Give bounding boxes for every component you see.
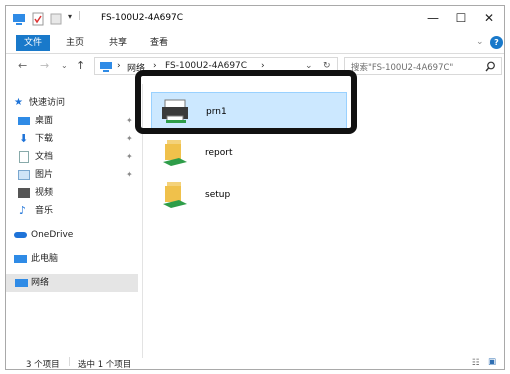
shared-folder-icon [163,140,187,166]
sidebar-item-label: 桌面 [35,116,54,126]
sidebar-item-pictures[interactable]: 图片 ✦ [18,166,138,184]
status-bar: 3 个项目 | 选中 1 个项目 ☷ ▣ [6,357,504,370]
sidebar-item-videos[interactable]: 视频 [18,184,138,202]
sidebar-item-network[interactable]: 网络 [6,274,138,292]
divider: | [78,11,82,21]
sidebar-item-music[interactable]: ♪ 音乐 [18,202,138,220]
large-icons-view-icon[interactable]: ▣ [488,357,496,367]
minimize-button[interactable]: — [418,6,448,32]
shared-folder-icon [163,182,187,208]
sidebar-item-label: 图片 [35,170,54,180]
video-icon [18,188,30,198]
item-label: setup [205,190,231,200]
back-arrow-icon[interactable]: ← [18,59,27,72]
details-view-icon[interactable]: ☷ [472,358,480,368]
sidebar-item-label: 下载 [35,134,54,144]
picture-icon [18,170,30,180]
document-icon [19,151,29,163]
sidebar-item-desktop[interactable]: 桌面 ✦ [18,112,138,130]
close-button[interactable]: ✕ [474,6,504,32]
sidebar-item-this-pc[interactable]: 此电脑 [14,250,138,268]
ribbon-expand-icon[interactable]: ⌄ [476,37,484,47]
title-bar: ▾ | FS-100U2-4A697C — ☐ ✕ [6,6,504,32]
sidebar-item-label: 快速访问 [29,98,66,108]
breadcrumb-separator: › [117,61,121,71]
forward-arrow-icon[interactable]: → [40,59,49,72]
item-count: 3 个项目 [26,360,60,370]
list-item-setup[interactable]: setup [151,176,347,216]
divider: | [68,357,71,367]
item-label: report [205,148,233,158]
desktop-icon [18,117,30,125]
ribbon-tabs: 文件 主页 共享 查看 ⌄ ? [6,32,504,54]
quick-access-dropdown-icon[interactable]: ▾ [68,12,72,26]
navigation-pane: ★ 快速访问 桌面 ✦ ⬇ 下载 ✦ 文档 ✦ 图片 ✦ 视频 ♪ 音乐 One… [6,84,138,349]
window-title: FS-100U2-4A697C [101,13,184,23]
tab-home[interactable]: 主页 [66,35,84,51]
sidebar-item-documents[interactable]: 文档 ✦ [18,148,138,166]
pin-icon[interactable]: ✦ [126,112,133,130]
computer-icon [14,255,27,263]
tab-share[interactable]: 共享 [109,35,127,51]
properties-icon[interactable] [32,12,44,26]
sidebar-item-label: 网络 [31,278,50,288]
sidebar-item-label: 文档 [35,152,54,162]
sidebar-item-label: 视频 [35,188,54,198]
pin-icon[interactable]: ✦ [126,130,133,148]
music-icon: ♪ [19,204,27,217]
sidebar-item-label: 此电脑 [31,254,59,264]
sidebar-item-label: 音乐 [35,206,54,216]
list-item-report[interactable]: report [151,134,347,174]
sidebar-item-label: OneDrive [31,230,74,240]
explorer-window: ▾ | FS-100U2-4A697C — ☐ ✕ 文件 主页 共享 查看 ⌄ … [5,5,505,370]
selected-count: 选中 1 个项目 [78,360,132,370]
star-icon: ★ [14,97,23,108]
cloud-icon [14,232,27,238]
help-icon[interactable]: ? [490,36,503,49]
search-placeholder: 搜索"FS-100U2-4A697C" [351,63,454,73]
highlight-frame [135,70,357,134]
tab-view[interactable]: 查看 [150,35,168,51]
maximize-button[interactable]: ☐ [446,6,476,32]
search-box[interactable]: 搜索"FS-100U2-4A697C" [344,57,502,75]
pin-icon[interactable]: ✦ [126,148,133,166]
new-folder-icon[interactable] [50,12,62,26]
up-arrow-icon[interactable]: ↑ [76,59,85,72]
tab-file[interactable]: 文件 [16,35,51,51]
network-icon [15,279,28,287]
pin-icon[interactable]: ✦ [126,166,133,184]
computer-icon [100,62,112,72]
download-icon: ⬇ [19,132,29,145]
search-icon[interactable] [485,61,496,72]
recent-dropdown-icon[interactable]: ⌄ [61,61,68,70]
sidebar-item-downloads[interactable]: ⬇ 下载 ✦ [18,130,138,148]
computer-icon[interactable] [12,12,26,26]
sidebar-item-quick-access[interactable]: ★ 快速访问 [14,94,138,112]
sidebar-item-onedrive[interactable]: OneDrive [14,226,138,244]
